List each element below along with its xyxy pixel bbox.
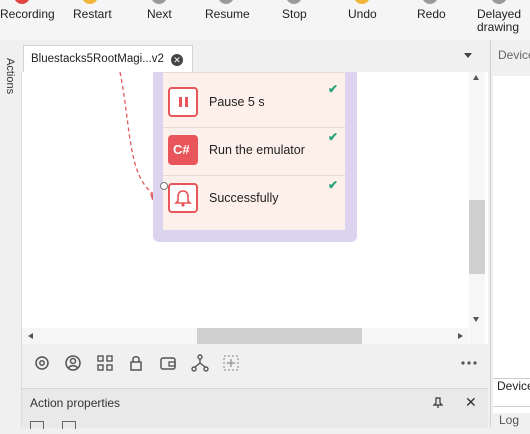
step-label: Successfully [209, 191, 279, 205]
csharp-icon: C# [168, 135, 198, 165]
step-row-successfully[interactable]: Successfully ✔ [163, 175, 345, 223]
scroll-right-icon[interactable] [458, 333, 463, 339]
more-options-icon[interactable] [459, 353, 479, 373]
undo-label: Undo [348, 7, 377, 21]
restart-button[interactable]: Restart [70, 0, 112, 40]
canvas-tools [22, 344, 488, 384]
device-panel-body [493, 76, 530, 413]
lock-icon[interactable] [126, 353, 146, 373]
chevron-down-icon[interactable] [464, 53, 472, 58]
next-icon [151, 0, 167, 4]
main-toolbar: Recording Restart Next Resume Stop Undo … [0, 0, 530, 40]
pause-icon [168, 87, 198, 117]
wallet-icon[interactable] [158, 353, 178, 373]
tab-project[interactable]: Bluestacks5RootMagi...v2 ✕ [23, 45, 193, 73]
properties-icon[interactable] [30, 421, 44, 429]
add-block-icon[interactable] [221, 353, 241, 373]
actions-side-tab[interactable]: Actions [4, 58, 16, 94]
resume-icon [218, 0, 234, 4]
restart-label: Restart [73, 7, 112, 21]
redo-label: Redo [417, 7, 446, 21]
input-port[interactable] [160, 182, 168, 190]
action-group: Pause 5 s ✔ C# Run the emulator ✔ Succes… [153, 72, 357, 242]
undo-button[interactable]: Undo [346, 0, 378, 40]
recording-button[interactable]: Recording [0, 0, 55, 40]
next-button[interactable]: Next [144, 0, 174, 40]
action-properties-panel: Action properties ✕ [22, 388, 488, 429]
redo-button[interactable]: Redo [414, 0, 446, 40]
scroll-down-icon[interactable] [473, 317, 479, 322]
panel-title: Action properties [30, 396, 121, 410]
step-row-partial[interactable] [163, 72, 345, 73]
document-icon[interactable] [62, 421, 76, 429]
document-tab-bar: Bluestacks5RootMagi...v2 ✕ [21, 40, 488, 73]
undo-icon [354, 0, 370, 4]
check-icon: ✔ [328, 82, 339, 96]
gear-icon[interactable] [32, 353, 52, 373]
check-icon: ✔ [328, 178, 339, 192]
record-icon [14, 0, 30, 4]
redo-icon [422, 0, 438, 4]
step-row-run-emulator[interactable]: C# Run the emulator ✔ [163, 127, 345, 176]
grid-icon[interactable] [95, 353, 115, 373]
workflow-canvas[interactable]: Pause 5 s ✔ C# Run the emulator ✔ Succes… [22, 72, 488, 344]
stop-icon [286, 0, 302, 4]
check-icon: ✔ [328, 130, 339, 144]
horizontal-scroll-thumb[interactable] [197, 328, 362, 344]
user-icon[interactable] [63, 353, 83, 373]
resume-button[interactable]: Resume [204, 0, 250, 40]
bell-icon [168, 183, 198, 213]
restart-icon [82, 0, 98, 4]
scroll-up-icon[interactable] [473, 75, 479, 80]
device-tab-top[interactable]: Device [491, 48, 530, 70]
device-tab-bottom[interactable]: Device [493, 378, 530, 399]
pin-icon[interactable] [432, 397, 444, 409]
log-tab[interactable]: Log [493, 406, 530, 434]
recording-label: Recording [0, 7, 55, 21]
tab-title: Bluestacks5RootMagi...v2 [31, 53, 164, 65]
stop-label: Stop [282, 7, 307, 21]
next-label: Next [147, 7, 172, 21]
delayed-label-2: drawing [477, 20, 520, 34]
right-panel: Device Device Log [490, 40, 530, 427]
delayed-drawing-icon [491, 0, 507, 4]
vertical-scroll-thumb[interactable] [469, 200, 485, 274]
step-label: Pause 5 s [209, 95, 265, 109]
left-side-strip: Actions [0, 40, 22, 427]
bell-glyph [174, 190, 192, 207]
close-icon[interactable]: ✕ [465, 394, 477, 411]
step-row-pause[interactable]: Pause 5 s ✔ [163, 79, 345, 128]
resume-label: Resume [205, 7, 250, 21]
stop-button[interactable]: Stop [280, 0, 308, 40]
step-label: Run the emulator [209, 143, 305, 157]
action-group-body: Pause 5 s ✔ C# Run the emulator ✔ Succes… [160, 72, 345, 230]
delayed-drawing-button[interactable]: Delayed drawing [474, 0, 524, 40]
csharp-icon-text: C# [173, 142, 190, 157]
close-icon[interactable]: ✕ [171, 54, 183, 66]
scroll-left-icon[interactable] [28, 333, 33, 339]
branch-icon[interactable] [190, 353, 210, 373]
